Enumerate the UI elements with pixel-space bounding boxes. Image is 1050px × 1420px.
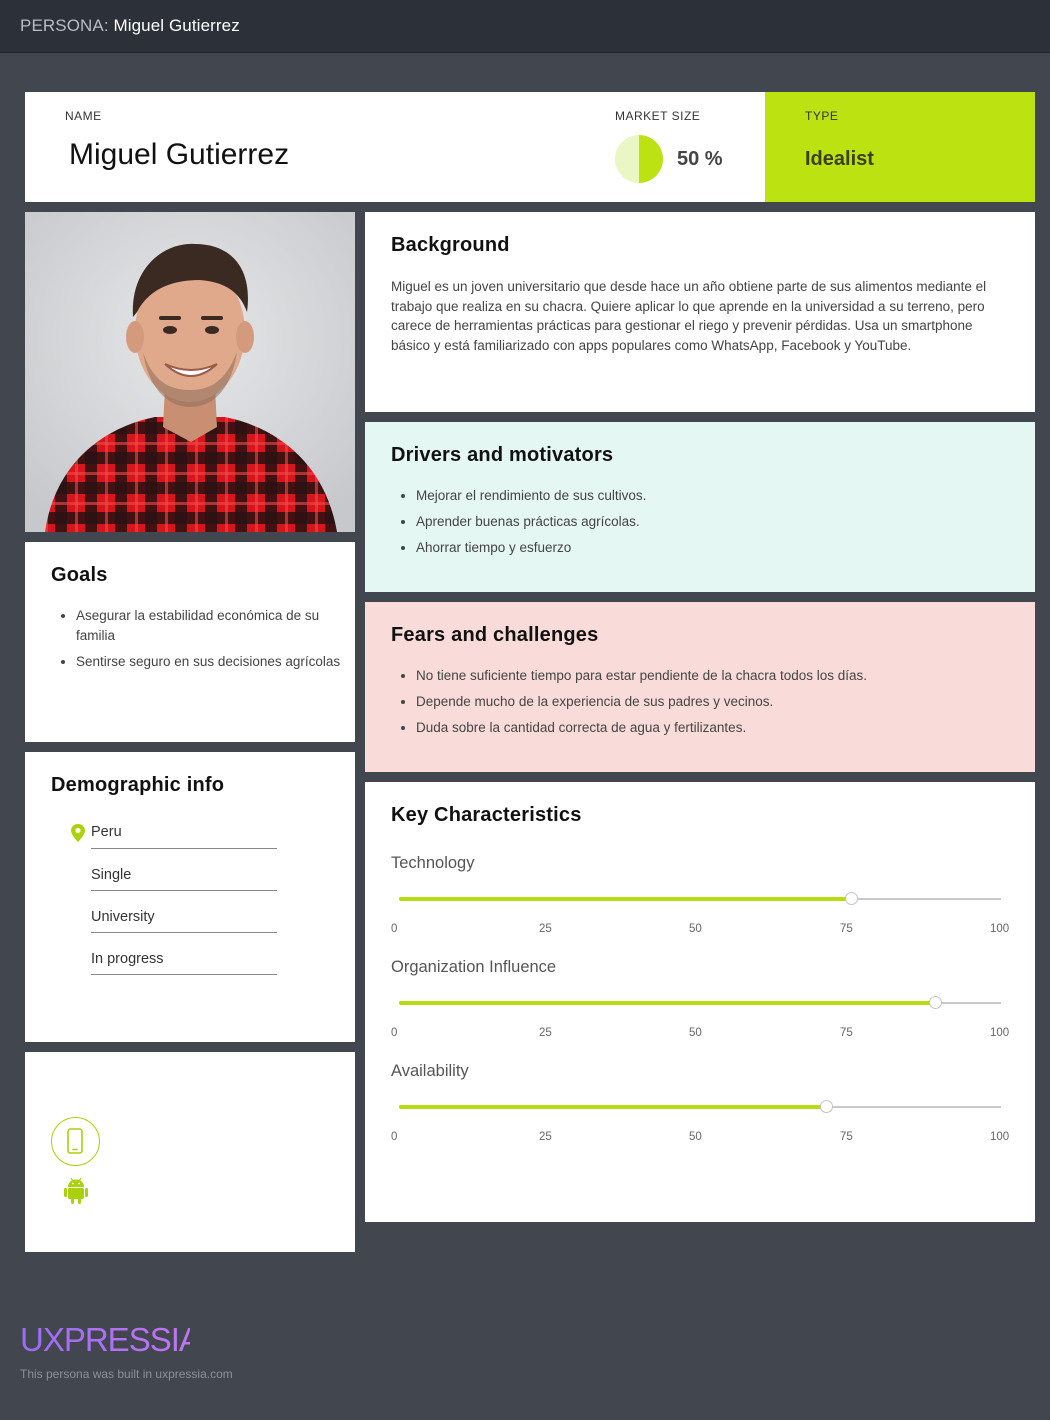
top-bar-title: PERSONA: Miguel Gutierrez (20, 16, 240, 36)
type-value: Idealist (805, 148, 874, 170)
top-bar: PERSONA: Miguel Gutierrez (0, 0, 1050, 53)
persona-prefix: PERSONA: (20, 16, 109, 35)
demographic-title: Demographic info (51, 774, 225, 796)
persona-photo[interactable] (25, 212, 355, 532)
type-label: TYPE (805, 109, 839, 123)
slider-label: Organization Influence (391, 958, 557, 976)
market-size-pie-icon[interactable] (615, 135, 663, 183)
slider-tick-label: 100 (990, 1027, 1010, 1039)
slider-label: Availability (391, 1062, 469, 1080)
market-size-pie-slice (639, 135, 663, 183)
divider (91, 848, 277, 849)
persona-title: Miguel Gutierrez (113, 16, 240, 35)
market-size-value: 50 % (677, 148, 723, 170)
uxpressia-logo[interactable]: UXPRESSIA (20, 1320, 190, 1356)
background-text[interactable]: Miguel es un joven universitario que des… (391, 277, 1011, 355)
smartphone-glyph-icon (67, 1128, 83, 1154)
slider-track[interactable] (399, 892, 1001, 905)
divider (91, 974, 277, 975)
goals-title: Goals (51, 564, 108, 586)
slider-tick-label: 75 (840, 1027, 853, 1039)
divider (91, 932, 277, 933)
slider-tick-label: 75 (840, 923, 853, 935)
drivers-title: Drivers and motivators (391, 444, 614, 466)
driver-item[interactable]: Ahorrar tiempo y esfuerzo (416, 538, 646, 558)
slider-tick-label: 25 (539, 1027, 552, 1039)
type-panel[interactable]: TYPE Idealist (765, 92, 1035, 202)
slider-handle[interactable] (820, 1100, 834, 1113)
logo-text: UXPRESSIA (20, 1321, 190, 1356)
background-title: Background (391, 234, 510, 256)
fears-title: Fears and challenges (391, 624, 599, 646)
slider-label: Technology (391, 854, 475, 872)
slider-track[interactable] (399, 1100, 1001, 1113)
background-card: Background Miguel es un joven universita… (365, 212, 1035, 412)
slider-tick-label: 0 (391, 1027, 398, 1039)
demographic-location[interactable]: Peru (91, 824, 122, 840)
key-characteristics-card: Key Characteristics Technology 0 25 50 75 100… (365, 782, 1035, 1222)
slider-fill (399, 1105, 827, 1109)
devices-card (25, 1052, 355, 1252)
slider-tick-label: 75 (840, 1131, 853, 1143)
slider-handle[interactable] (844, 892, 858, 905)
divider (91, 890, 277, 891)
fear-item[interactable]: Duda sobre la cantidad correcta de agua … (416, 718, 867, 738)
goals-list: Asegurar la estabilidad económica de su … (76, 606, 341, 678)
demographic-status[interactable]: Single (91, 867, 131, 883)
slider-tick-label: 50 (689, 1131, 702, 1143)
demographic-education[interactable]: University (91, 909, 155, 925)
goal-item[interactable]: Asegurar la estabilidad económica de su … (76, 606, 341, 646)
slider-tick-label: 25 (539, 923, 552, 935)
demographic-progress[interactable]: In progress (91, 951, 164, 967)
name-label: NAME (65, 109, 102, 123)
slider-track[interactable] (399, 996, 1001, 1009)
android-icon[interactable] (63, 1177, 89, 1205)
slider-tick-label: 100 (990, 1131, 1010, 1143)
slider-tick-label: 0 (391, 1131, 398, 1143)
fears-card: Fears and challenges No tiene suficiente… (365, 602, 1035, 772)
driver-item[interactable]: Mejorar el rendimiento de sus cultivos. (416, 486, 646, 506)
drivers-card: Drivers and motivators Mejorar el rendim… (365, 422, 1035, 592)
slider-tick-label: 25 (539, 1131, 552, 1143)
location-pin-icon (71, 824, 85, 842)
market-size-label: MARKET SIZE (615, 109, 701, 123)
smartphone-icon[interactable] (51, 1117, 100, 1166)
persona-header-card: NAME Miguel Gutierrez MARKET SIZE 50 % T… (25, 92, 1035, 202)
slider-fill (399, 897, 851, 901)
slider-fill (399, 1001, 935, 1005)
persona-portrait-image (25, 212, 355, 532)
slider-tick-label: 100 (990, 923, 1010, 935)
persona-name[interactable]: Miguel Gutierrez (69, 138, 289, 172)
drivers-list: Mejorar el rendimiento de sus cultivos. … (416, 486, 646, 564)
slider-handle[interactable] (928, 996, 942, 1009)
driver-item[interactable]: Aprender buenas prácticas agrícolas. (416, 512, 646, 532)
fears-list: No tiene suficiente tiempo para estar pe… (416, 666, 867, 744)
goals-card: Goals Asegurar la estabilidad económica … (25, 542, 355, 742)
fear-item[interactable]: Depende mucho de la experiencia de sus p… (416, 692, 867, 712)
key-characteristics-title: Key Characteristics (391, 804, 582, 826)
fear-item[interactable]: No tiene suficiente tiempo para estar pe… (416, 666, 867, 686)
slider-tick-label: 0 (391, 923, 398, 935)
footer-note[interactable]: This persona was built in uxpressia.com (20, 1367, 233, 1381)
slider-tick-label: 50 (689, 923, 702, 935)
goal-item[interactable]: Sentirse seguro en sus decisiones agríco… (76, 652, 341, 672)
slider-tick-label: 50 (689, 1027, 702, 1039)
demographic-card: Demographic info Peru Single University … (25, 752, 355, 1042)
